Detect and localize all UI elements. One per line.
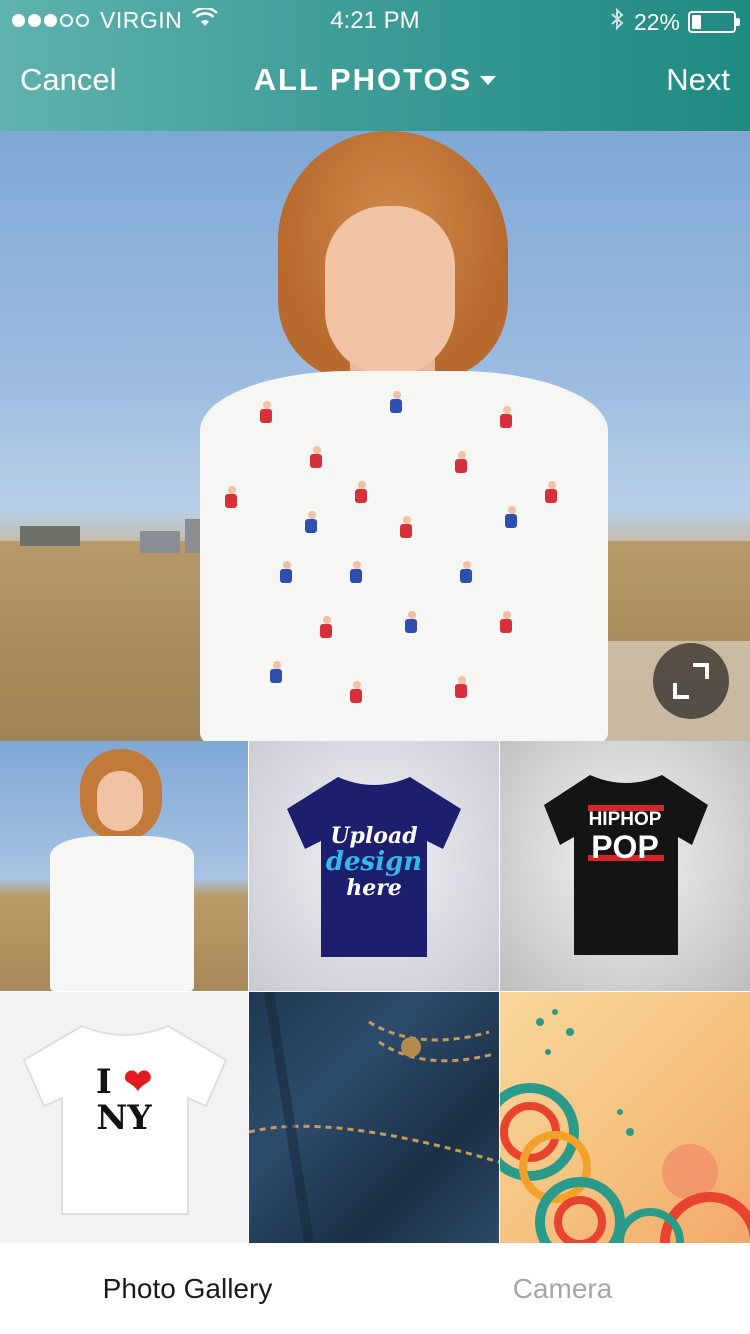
skier-print — [500, 406, 514, 430]
status-bar: VIRGIN 4:21 PM 22% — [0, 0, 750, 40]
photo-thumbnail[interactable] — [0, 741, 248, 991]
tshirt-print-ilny: I ❤ NY — [0, 1064, 248, 1136]
print-line: HIPHOP — [588, 809, 662, 830]
skier-print — [350, 681, 364, 705]
header: VIRGIN 4:21 PM 22% Cancel ALL PHOTOS Nex… — [0, 0, 750, 131]
print-line: POP — [591, 829, 659, 865]
thumb-face — [97, 771, 143, 831]
print-line: Upload — [330, 823, 418, 849]
tshirt-print-upload: Upload design here — [249, 823, 499, 901]
print-line: design — [325, 847, 423, 877]
thumb-shirt — [50, 836, 194, 991]
battery-level-fill — [692, 15, 701, 29]
expand-icon — [673, 663, 709, 699]
skier-print — [270, 661, 284, 685]
skier-print — [400, 516, 414, 540]
album-selector-button[interactable]: ALL PHOTOS — [254, 62, 497, 98]
skier-print — [350, 561, 364, 585]
bluetooth-icon — [610, 7, 624, 37]
tab-photo-gallery[interactable]: Photo Gallery — [0, 1243, 375, 1334]
retro-circles-image — [500, 1009, 750, 1243]
album-picker: ALL PHOTOS — [0, 62, 750, 98]
skier-print — [390, 391, 404, 415]
skier-print — [355, 481, 369, 505]
skier-print — [460, 561, 474, 585]
photo-trees — [20, 526, 80, 546]
selected-photo-preview[interactable] — [0, 131, 750, 741]
photo-face — [325, 206, 455, 376]
print-line: here — [346, 875, 402, 901]
skier-print — [500, 611, 514, 635]
print-line: NY — [96, 1098, 152, 1138]
photo-thumbnail[interactable]: HIPHOP POP — [500, 741, 750, 991]
skier-print — [455, 676, 469, 700]
photo-thumbnail[interactable]: Upload design here — [249, 741, 499, 991]
tab-camera[interactable]: Camera — [375, 1243, 750, 1334]
photo-thumbnail[interactable] — [500, 992, 750, 1243]
battery-icon — [688, 11, 740, 33]
denim-texture-image — [249, 992, 499, 1243]
skier-print — [280, 561, 294, 585]
status-right: 22% — [610, 7, 740, 37]
expand-button[interactable] — [653, 643, 729, 719]
skier-print — [225, 486, 239, 510]
photo-thumbnail[interactable]: I ❤ NY — [0, 992, 248, 1243]
skier-print — [260, 401, 274, 425]
skier-print — [405, 611, 419, 635]
photo-shirt — [200, 371, 608, 741]
battery-percent: 22% — [633, 8, 680, 35]
skier-print — [305, 511, 319, 535]
skier-print — [310, 446, 324, 470]
next-button[interactable]: Next — [666, 62, 730, 98]
page-title: ALL PHOTOS — [253, 62, 473, 97]
print-line: I — [95, 1062, 112, 1102]
photo-thumbnail[interactable] — [249, 992, 499, 1243]
skier-print — [455, 451, 469, 475]
photo-building — [140, 531, 180, 553]
skier-print — [505, 506, 519, 530]
tshirt-print-hiphop: HIPHOP POP — [500, 809, 750, 863]
heart-icon: ❤ — [123, 1062, 153, 1102]
skier-print — [545, 481, 559, 505]
photo-grid: Upload design here HIPHOP POP I ❤ NY — [0, 741, 750, 1243]
bottom-tab-bar: Photo Gallery Camera — [0, 1243, 750, 1334]
skier-print — [320, 616, 334, 640]
nav-bar: Cancel ALL PHOTOS Next — [0, 48, 750, 112]
chevron-down-icon — [480, 75, 497, 85]
